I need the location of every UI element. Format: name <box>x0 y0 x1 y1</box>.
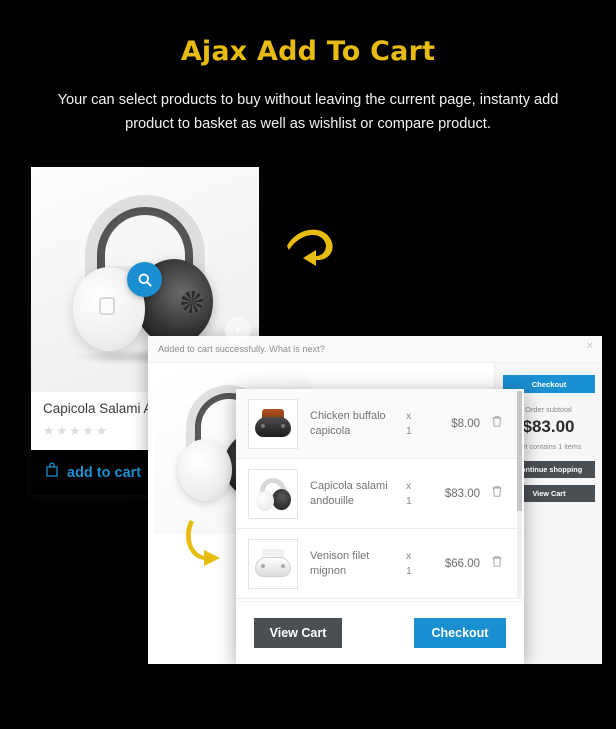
curved-arrow-up-left-icon <box>285 228 337 279</box>
table-row[interactable]: Chicken buffalo capicola x1 $8.00 <box>236 389 524 459</box>
trash-icon[interactable] <box>480 555 514 573</box>
cart-item-qty: x1 <box>406 409 412 437</box>
cart-item-name: Capicola salami andouille <box>310 479 388 507</box>
ajax-notice-bar: Added to cart successfully. What is next… <box>148 336 602 363</box>
checkout-button[interactable]: Checkout <box>414 618 506 648</box>
headphone-dial-shape <box>181 291 203 313</box>
trash-icon[interactable] <box>480 485 514 503</box>
shopping-bag-icon <box>45 462 59 483</box>
cart-item-qty: x1 <box>406 479 412 507</box>
headphone-logo-shape <box>99 297 115 315</box>
cart-item-name: Venison filet mignon <box>310 549 370 577</box>
play-icon[interactable] <box>225 317 251 343</box>
page-title: Ajax Add To Cart <box>180 36 436 67</box>
cart-items-popup: Chicken buffalo capicola x1 $8.00 Capico… <box>236 389 524 664</box>
close-icon[interactable]: ✕ <box>586 342 594 352</box>
cart-item-price: $66.00 <box>444 557 480 570</box>
trash-icon[interactable] <box>480 415 514 433</box>
headphones-icon <box>248 468 298 519</box>
cart-action-bar: View Cart Checkout <box>236 601 524 664</box>
cart-items-list: Chicken buffalo capicola x1 $8.00 Capico… <box>236 389 524 601</box>
cart-item-price: $8.00 <box>451 417 480 430</box>
modal-headphone-left-cup-shape <box>178 439 232 501</box>
cart-item-name: Chicken buffalo capicola <box>310 409 386 437</box>
page-root: Ajax Add To Cart Your can select product… <box>0 0 616 729</box>
ajax-notice-text: Added to cart successfully. What is next… <box>158 344 325 354</box>
scrollbar-thumb[interactable] <box>517 391 522 511</box>
cart-item-qty: x1 <box>406 549 412 577</box>
add-to-cart-label: add to cart <box>67 464 142 481</box>
curved-arrow-down-right-icon <box>186 518 240 571</box>
game-controller-white-icon <box>248 538 298 589</box>
game-controller-dark-icon <box>248 398 298 449</box>
view-cart-button[interactable]: View Cart <box>254 618 342 648</box>
cart-item-price: $83.00 <box>444 487 480 500</box>
table-row[interactable]: Venison filet mignon x1 $66.00 <box>236 529 524 599</box>
page-subtitle: Your can select products to buy without … <box>57 92 559 132</box>
search-icon[interactable] <box>127 262 162 297</box>
table-row[interactable]: Capicola salami andouille x1 $83.00 <box>236 459 524 529</box>
product-rating-stars: ★★★★★ <box>43 424 110 438</box>
